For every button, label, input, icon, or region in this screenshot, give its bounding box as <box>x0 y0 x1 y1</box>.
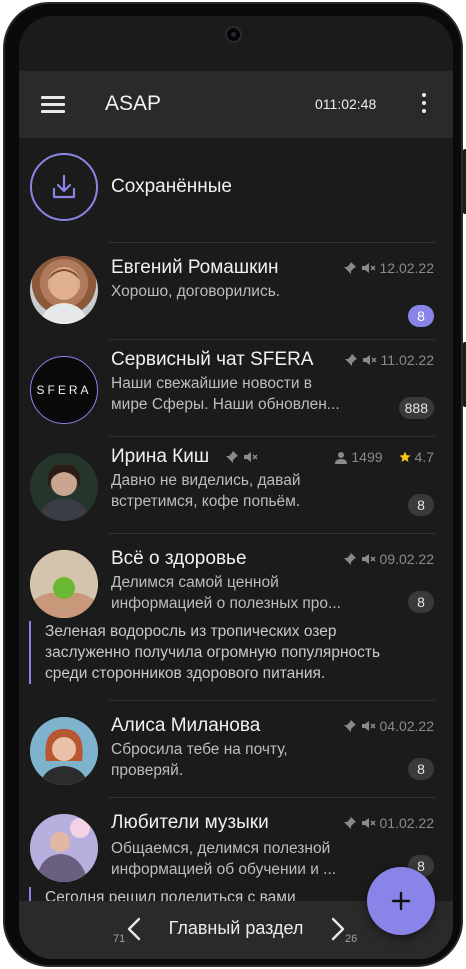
chat-item[interactable]: SFERA Сервисный чат SFERA 11.02.22 Наши … <box>19 340 453 437</box>
app-title: ASAP <box>105 92 162 115</box>
mute-icon <box>244 452 258 462</box>
pin-icon <box>343 817 356 829</box>
star-icon <box>398 451 411 462</box>
chat-date: 11.02.22 <box>380 352 434 368</box>
new-chat-button[interactable] <box>367 867 435 935</box>
avatar <box>30 256 98 324</box>
rating: 4.7 <box>414 449 434 465</box>
kebab-icon[interactable] <box>419 93 429 115</box>
front-camera <box>225 26 242 43</box>
status-bar <box>19 16 453 71</box>
mute-icon <box>361 263 376 273</box>
chat-meta: 09.02.22 <box>343 551 435 567</box>
download-icon <box>52 174 76 199</box>
avatar <box>30 550 98 618</box>
sfera-logo: SFERA <box>30 356 98 424</box>
chat-preview: Давно не виделись, давай встретимся, коф… <box>111 472 301 510</box>
chat-name: Всё о здоровье <box>111 548 247 569</box>
person-icon <box>335 451 348 464</box>
chat-item[interactable]: Алиса Миланова 04.02.22 Сбросила тебе на… <box>19 701 453 798</box>
chat-name: Любители музыки <box>111 812 269 833</box>
chat-preview: Общаемся, делимся полезной информацией о… <box>111 840 337 878</box>
chat-date: 01.02.22 <box>379 815 435 831</box>
chat-meta: 04.02.22 <box>343 718 435 734</box>
phone-frame: ASAP 011:02:48 Сохранённые Евгений Ромаш… <box>3 2 466 967</box>
pin-icon <box>343 262 356 274</box>
member-count: 1499 <box>351 449 383 465</box>
pin-icon <box>343 720 356 732</box>
chat-list[interactable]: Сохранённые Евгений Ромашкин 12.02.22 Хо… <box>19 138 453 901</box>
pin-icon <box>344 354 357 366</box>
chat-stats: 1499 4.7 <box>335 449 434 465</box>
chat-date: 12.02.22 <box>379 260 435 276</box>
plus-icon <box>391 891 411 911</box>
chat-meta: 01.02.22 <box>343 815 435 831</box>
chat-preview: Наши свежайшие новости в мире Сферы. Наш… <box>111 375 340 413</box>
chat-date: 09.02.22 <box>379 551 435 567</box>
unread-badge: 8 <box>408 494 434 516</box>
chat-name: Евгений Ромашкин <box>111 257 279 278</box>
mute-icon <box>362 355 377 365</box>
menu-icon[interactable] <box>41 96 65 114</box>
chat-item[interactable]: Всё о здоровье 09.02.22 Делимся самой це… <box>19 534 453 701</box>
unread-badge: 8 <box>408 591 434 613</box>
pinned-quote: Зеленая водоросль из тропических озер за… <box>29 621 429 684</box>
chat-name: Сервисный чат SFERA <box>111 349 314 370</box>
chat-preview: Хорошо, договорились. <box>111 283 281 300</box>
chat-name: Ирина Киш <box>111 446 210 467</box>
chat-item[interactable]: Евгений Ромашкин 12.02.22 Хорошо, догово… <box>19 243 453 340</box>
pin-icon <box>343 553 356 565</box>
chat-meta: 12.02.22 <box>343 260 435 276</box>
pin-icon <box>226 451 238 463</box>
chat-meta: 11.02.22 <box>344 352 434 368</box>
saved-messages-item[interactable]: Сохранённые <box>19 138 453 243</box>
avatar <box>30 814 98 882</box>
app-bar: ASAP 011:02:48 <box>19 71 453 138</box>
chat-name: Алиса Миланова <box>111 715 261 736</box>
screen: ASAP 011:02:48 Сохранённые Евгений Ромаш… <box>19 16 453 959</box>
chat-date: 04.02.22 <box>379 718 435 734</box>
avatar <box>30 453 98 521</box>
mute-icon <box>361 818 376 828</box>
unread-badge: 888 <box>398 397 434 419</box>
chat-preview: Сбросила тебе на почту, проверяй. <box>111 741 288 779</box>
timer: 011:02:48 <box>315 96 377 112</box>
chat-item[interactable]: Ирина Киш 1499 4.7 Давно не виделись, да… <box>19 437 453 534</box>
logo-text: SFERA <box>36 383 92 397</box>
mute-icon <box>361 721 376 731</box>
mute-icon <box>361 554 376 564</box>
chat-preview: Делимся самой ценной информацией о полез… <box>111 574 341 612</box>
next-count: 26 <box>345 933 358 945</box>
saved-label: Сохранённые <box>111 176 232 197</box>
saved-avatar <box>30 153 98 221</box>
unread-badge: 8 <box>408 758 434 780</box>
unread-badge: 8 <box>408 305 434 327</box>
avatar <box>30 717 98 785</box>
